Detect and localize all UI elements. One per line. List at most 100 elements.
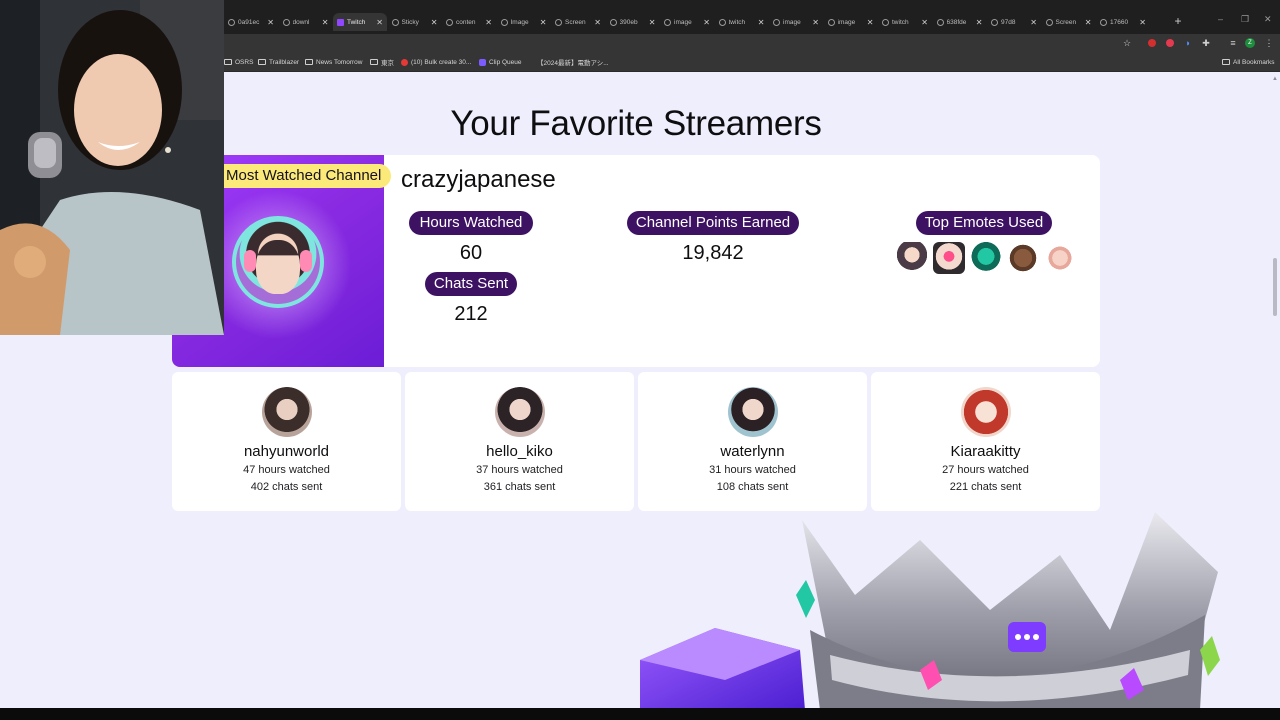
browser-tab[interactable]: Image ✕: [497, 13, 551, 31]
streamer-hours: 27 hours watched: [942, 464, 1029, 476]
close-window-icon[interactable]: ✕: [1264, 14, 1272, 25]
close-tab-icon[interactable]: ✕: [921, 18, 928, 27]
close-tab-icon[interactable]: ✕: [376, 18, 383, 27]
emote-2-icon: [933, 242, 965, 274]
bookmark-item[interactable]: 【2024最新】電動アシ...: [537, 57, 609, 67]
bookmark-item[interactable]: 東京: [370, 57, 394, 67]
tab-title: image: [837, 18, 856, 26]
tab-title: image: [674, 18, 692, 26]
streamer-name[interactable]: waterlynn: [638, 443, 867, 460]
streamer-hours: 37 hours watched: [476, 464, 563, 476]
close-tab-icon[interactable]: ✕: [649, 18, 656, 27]
tab-title: Image: [510, 18, 529, 26]
browser-tab[interactable]: image ✕: [769, 13, 823, 31]
tab-title: 97d8: [1001, 18, 1016, 26]
bookmark-label: News Tomorrow: [316, 58, 363, 66]
extension-icon[interactable]: [1148, 39, 1156, 47]
hours-watched-label: Hours Watched: [409, 211, 533, 235]
browser-tab[interactable]: twitch ✕: [878, 13, 932, 31]
browser-tab[interactable]: Twitch ✕: [333, 13, 387, 31]
browser-tab[interactable]: twitch ✕: [715, 13, 769, 31]
streamer-avatar[interactable]: [262, 387, 312, 437]
streamer-name[interactable]: Kiaraakitty: [871, 443, 1100, 460]
bookmark-label: 東京: [381, 60, 394, 67]
streamer-avatar[interactable]: [728, 387, 778, 437]
bookmark-label: 【2024最新】電動アシ...: [537, 60, 609, 67]
scrollbar-thumb[interactable]: [1273, 258, 1277, 316]
bookmark-label: Trailblazer: [269, 58, 300, 66]
crown-gem: [796, 580, 815, 618]
all-bookmarks[interactable]: All Bookmarks: [1222, 57, 1275, 67]
folder-icon: [224, 59, 232, 65]
globe-icon: [228, 18, 235, 26]
streamer-name[interactable]: nahyunworld: [172, 443, 401, 460]
close-tab-icon[interactable]: ✕: [703, 18, 710, 27]
close-tab-icon[interactable]: ✕: [540, 18, 547, 27]
globe-icon: [991, 18, 998, 26]
globe-icon: [773, 18, 780, 26]
bookmark-item[interactable]: OSRS: [224, 57, 253, 67]
streamer-avatar[interactable]: [495, 387, 545, 437]
restore-icon[interactable]: ❐: [1241, 14, 1249, 25]
tab-title: twitch: [892, 18, 909, 26]
streamer-name[interactable]: hello_kiko: [405, 443, 634, 460]
globe-icon: [1100, 18, 1107, 26]
emote-3-icon: [970, 242, 1002, 274]
globe-icon: [882, 18, 889, 26]
scroll-up-arrow[interactable]: ▲: [1272, 76, 1278, 82]
close-tab-icon[interactable]: ✕: [976, 18, 983, 27]
bookmark-item[interactable]: (10) Bulk create 30...: [401, 57, 471, 67]
browser-tab[interactable]: Screen ✕: [551, 13, 605, 31]
menu-icon[interactable]: ⋮: [1264, 38, 1274, 48]
browser-tab[interactable]: 17660 ✕: [1096, 13, 1150, 31]
bookmark-label: (10) Bulk create 30...: [411, 58, 472, 66]
browser-tab[interactable]: 97d8 ✕: [987, 13, 1041, 31]
new-tab-icon[interactable]: +: [1172, 14, 1184, 28]
browser-tab[interactable]: conten ✕: [442, 13, 496, 31]
close-tab-icon[interactable]: ✕: [431, 18, 438, 27]
browser-tab[interactable]: Sticky ✕: [388, 13, 442, 31]
browser-tab[interactable]: image ✕: [660, 13, 714, 31]
close-tab-icon[interactable]: ✕: [758, 18, 765, 27]
browser-tab[interactable]: image ✕: [824, 13, 878, 31]
browser-tab[interactable]: 0a91ec ✕: [224, 13, 278, 31]
avatar-face: [256, 240, 300, 294]
close-tab-icon[interactable]: ✕: [485, 18, 492, 27]
browser-tab[interactable]: downl ✕: [279, 13, 333, 31]
youtube-icon: [401, 58, 408, 66]
browser-tab[interactable]: 390eb ✕: [606, 13, 660, 31]
tab-title: 0a91ec: [238, 18, 260, 26]
folder-icon: [370, 59, 378, 65]
audio-icon[interactable]: ◗: [1183, 38, 1193, 48]
minimize-icon[interactable]: –: [1218, 14, 1223, 24]
headphone-icon: [300, 250, 312, 272]
bookmark-item[interactable]: Trailblazer: [258, 57, 299, 67]
profile-avatar-icon[interactable]: Z: [1245, 38, 1255, 48]
streamer-avatar[interactable]: [961, 387, 1011, 437]
close-tab-icon[interactable]: ✕: [267, 18, 274, 27]
close-tab-icon[interactable]: ✕: [812, 18, 819, 27]
pinterest-icon[interactable]: [1166, 39, 1174, 47]
close-tab-icon[interactable]: ✕: [1085, 18, 1092, 27]
media-icon[interactable]: ≡: [1228, 38, 1238, 48]
chat-bubble-icon: [1008, 622, 1046, 652]
streamer-hours: 31 hours watched: [709, 464, 796, 476]
browser-tab[interactable]: Screen ✕: [1042, 13, 1096, 31]
streamer-chats: 221 chats sent: [949, 481, 1022, 493]
close-tab-icon[interactable]: ✕: [594, 18, 601, 27]
close-tab-icon[interactable]: ✕: [867, 18, 874, 27]
extensions-puzzle-icon[interactable]: ✚: [1201, 38, 1211, 48]
hours-watched-value: 60: [459, 242, 483, 264]
top-channel-name[interactable]: crazyjapanese: [401, 166, 556, 194]
tab-title: Screen: [565, 18, 586, 26]
star-icon[interactable]: ☆: [1122, 38, 1132, 48]
tab-title: Twitch: [347, 18, 366, 26]
close-tab-icon[interactable]: ✕: [1139, 18, 1146, 27]
globe-icon: [446, 18, 453, 26]
bookmark-item[interactable]: Clip Queue: [479, 57, 522, 67]
browser-tab[interactable]: 638fde ✕: [933, 13, 987, 31]
bookmark-item[interactable]: News Tomorrow: [305, 57, 362, 67]
streamer-chats: 402 chats sent: [250, 481, 323, 493]
close-tab-icon[interactable]: ✕: [322, 18, 329, 27]
close-tab-icon[interactable]: ✕: [1030, 18, 1037, 27]
